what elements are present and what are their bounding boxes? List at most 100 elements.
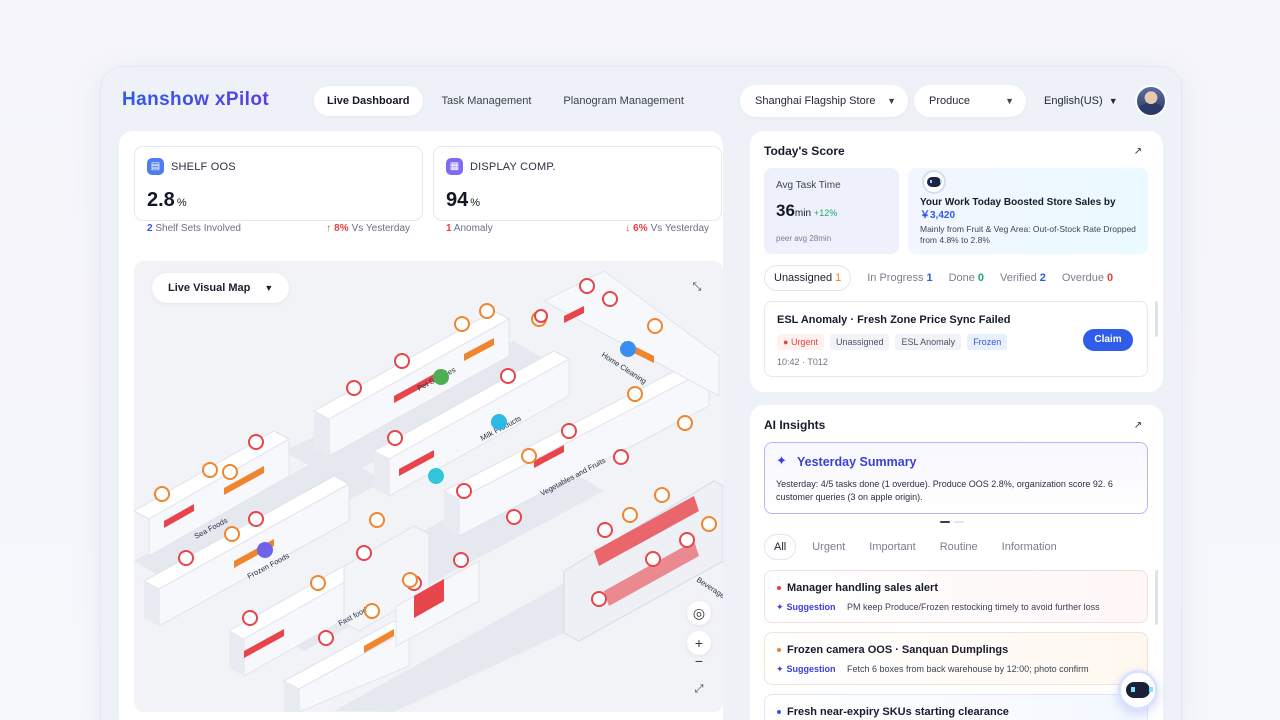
insight-title: Manager handling sales alert [787,582,938,594]
chevron-down-icon: ▼ [887,96,896,106]
panel-title: AI Insights [764,418,826,432]
status-done[interactable]: Done 0 [949,272,984,284]
tag-unassigned: Unassigned [829,334,890,350]
kpi-value: 94% [446,189,481,211]
category-select[interactable]: Produce ▼ [914,85,1026,117]
kpi-detail: 1 Anomaly [446,223,493,234]
scrollbar[interactable] [1155,301,1158,337]
insight-text: Fetch 6 boxes from back warehouse by 12:… [847,664,1089,674]
shelf-icon: ▤ [147,158,164,175]
filter-routine[interactable]: Routine [940,541,978,553]
open-external-icon[interactable]: ↗ [1129,417,1147,435]
ai-assistant-button[interactable] [1118,670,1158,710]
status-verified[interactable]: Verified 2 [1000,272,1046,284]
summary-body: Yesterday: 4/5 tasks done (1 overdue). P… [776,479,1113,502]
store-map[interactable]: Pet Supplies Home Cleaning Milk Products… [134,261,723,712]
kpi-label: SHELF OOS [171,161,236,173]
robot-icon [922,170,946,194]
locate-icon[interactable]: ◎ [687,601,711,625]
milk-icon [491,414,507,430]
kpi-label: DISPLAY COMP. [470,161,556,173]
tab-task-management[interactable]: Task Management [429,86,545,116]
insight-item[interactable]: Manager handling sales alert ✦ Suggestion… [764,570,1148,623]
status-unassigned[interactable]: Unassigned 1 [764,265,852,291]
language-select[interactable]: English(US) ▼ [1044,85,1118,117]
sparkle-icon: ✦ [776,602,784,612]
grid-icon: ▦ [446,158,463,175]
scrollbar[interactable] [1155,570,1158,625]
user-icon [428,468,444,484]
map-view-select[interactable]: Live Visual Map ▼ [152,273,290,303]
task-card[interactable]: ESL Anomaly · Fresh Zone Price Sync Fail… [764,301,1148,377]
avg-value: 36min +12% [776,201,838,220]
carousel-dots[interactable] [940,521,964,523]
app-window: Hanshow xPilot Live Dashboard Task Manag… [100,66,1182,720]
insight-item[interactable]: Frozen camera OOS · Sanquan Dumplings ✦ S… [764,632,1148,685]
kpi-detail: 2 Shelf Sets Involved [147,223,241,234]
store-select[interactable]: Shanghai Flagship Store ▼ [740,85,908,117]
task-time: 10:42 · T012 [777,357,828,367]
insight-text: PM keep Produce/Frozen restocking timely… [847,602,1100,612]
task-title: ESL Anomaly · Fresh Zone Price Sync Fail… [777,314,1011,326]
expand-icon[interactable]: ⤢ [689,679,709,699]
tag-urgent: ● Urgent [777,334,824,350]
sparkle-icon: ✦ [776,664,784,674]
pet-icon [433,369,449,385]
tag-esl-anomaly: ESL Anomaly [895,334,962,350]
language-value: English(US) [1044,95,1103,107]
filter-urgent[interactable]: Urgent [812,541,845,553]
shelf-blocks [134,270,723,712]
insight-title: Fresh near-expiry SKUs starting clearanc… [787,706,1009,718]
open-external-icon[interactable]: ↗ [1129,143,1147,161]
yesterday-summary-card[interactable]: ✦ Yesterday Summary Yesterday: 4/5 tasks… [764,442,1148,514]
kpi-display-compliance[interactable]: ▦ DISPLAY COMP. 94% 1 Anomaly ↓ 6% Vs Yest… [433,146,722,234]
insight-item[interactable]: Fresh near-expiry SKUs starting clearanc… [764,694,1148,720]
summary-title: Yesterday Summary [797,455,917,469]
carousel-dot[interactable] [940,521,950,523]
kpi-shelf-oos[interactable]: ▤ SHELF OOS 2.8% 2 Shelf Sets Involved ↑… [134,146,423,234]
status-in-progress[interactable]: In Progress 1 [867,272,932,284]
isometric-store-map: Pet Supplies Home Cleaning Milk Products… [134,270,723,712]
filter-information[interactable]: Information [1002,541,1057,553]
zone-label: Beverages [695,575,723,602]
todays-score-panel: Today's Score ↗ Avg Task Time 36min +12% … [750,131,1163,392]
task-tags: ● Urgent Unassigned ESL Anomaly Frozen [777,334,1008,350]
tab-live-dashboard[interactable]: Live Dashboard [314,86,423,116]
boost-detail: Mainly from Fruit & Veg Area: Out-of-Sto… [920,224,1136,245]
top-bar: Hanshow xPilot Live Dashboard Task Manag… [101,67,1181,133]
kpi-delta: ↓ 6% Vs Yesterday [625,223,709,234]
kpi-value: 2.8% [147,189,187,211]
arrow-up-icon: ↑ [326,223,332,234]
tab-planogram-management[interactable]: Planogram Management [550,86,696,116]
chevron-down-icon: ▼ [1005,96,1014,106]
frozen-icon [257,542,273,558]
tag-frozen: Frozen [967,334,1008,350]
zoom-out-icon[interactable]: − [687,649,711,673]
priority-dot [777,710,781,714]
filter-all[interactable]: All [764,534,797,560]
insight-filters: All Urgent Important Routine Information [764,534,1081,560]
insight-title: Frozen camera OOS · Sanquan Dumplings [787,644,1009,656]
sales-boost-card: Your Work Today Boosted Store Sales by ￥… [908,168,1148,254]
chevron-down-icon: ▼ [1108,96,1118,106]
carousel-dot[interactable] [954,521,964,523]
chevron-down-icon: ▼ [264,283,274,293]
sparkle-icon: ✦ [776,453,787,468]
avg-task-time-card: Avg Task Time 36min +12% peer avg 28min [764,168,899,254]
priority-dot [777,586,781,590]
suggestion-label: ✦ Suggestion [776,664,836,674]
cleaning-icon [620,341,636,357]
category-select-value: Produce [929,95,970,107]
fullscreen-icon[interactable]: ⤡ [687,277,707,297]
ai-insights-panel: AI Insights ↗ ✦ Yesterday Summary Yester… [750,405,1163,720]
dashboard-left-panel: ▤ SHELF OOS 2.8% 2 Shelf Sets Involved ↑… [119,131,723,720]
store-select-value: Shanghai Flagship Store [755,95,876,107]
status-overdue[interactable]: Overdue 0 [1062,272,1113,284]
avg-label: Avg Task Time [776,180,841,191]
user-avatar[interactable] [1135,85,1167,117]
claim-button[interactable]: Claim [1083,329,1133,351]
filter-important[interactable]: Important [869,541,915,553]
kpi-delta: ↑ 8% Vs Yesterday [326,223,410,234]
arrow-down-icon: ↓ [625,223,631,234]
boost-title: Your Work Today Boosted Store Sales by ￥… [920,197,1116,221]
